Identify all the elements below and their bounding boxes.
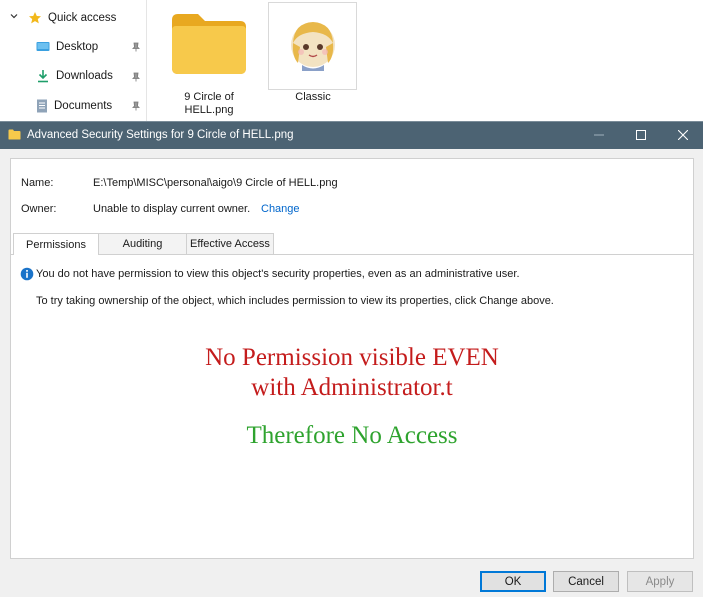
file-explorer-window: Quick access Desktop Downloads Documents… <box>0 0 703 125</box>
close-button[interactable] <box>663 122 703 149</box>
tab-auditing[interactable]: Auditing <box>98 233 187 254</box>
pin-icon[interactable] <box>132 101 140 111</box>
close-icon <box>678 130 688 140</box>
file-name-label[interactable]: 9 Circle of HELL.png <box>159 91 259 117</box>
tab-effective-access[interactable]: Effective Access <box>186 233 274 254</box>
annotation-line: with Administrator.t <box>251 374 453 401</box>
navigation-pane: Quick access Desktop Downloads Documents <box>0 0 147 125</box>
permission-error-message: You do not have permission to view this … <box>36 268 520 280</box>
nav-item-label: Quick access <box>48 12 117 24</box>
dialog-content: Name: E:\Temp\MISC\personal\aigo\9 Circl… <box>10 158 694 559</box>
owner-label: Owner: <box>21 203 57 215</box>
nav-item-label: Documents <box>54 100 113 112</box>
minimize-button[interactable] <box>579 122 619 149</box>
annotation-line: No Permission visible EVEN <box>205 344 499 371</box>
cancel-button[interactable]: Cancel <box>553 571 619 592</box>
name-label: Name: <box>21 177 54 189</box>
avatar-icon[interactable] <box>288 17 338 73</box>
nav-item-quick-access[interactable]: Quick access <box>28 8 116 28</box>
dialog-titlebar[interactable]: Advanced Security Settings for 9 Circle … <box>0 122 703 149</box>
star-icon <box>29 12 41 24</box>
file-name-label[interactable]: Classic <box>263 91 363 104</box>
ok-button[interactable]: OK <box>480 571 546 592</box>
tab-divider <box>11 254 693 255</box>
chevron-down-icon[interactable] <box>10 12 18 20</box>
desktop-icon <box>36 42 50 51</box>
document-icon <box>37 99 47 113</box>
annotation-no-permission: No Permission visible EVEN with Administ… <box>11 343 693 403</box>
apply-button[interactable]: Apply <box>627 571 693 592</box>
tab-bar: Permissions Auditing Effective Access <box>13 233 274 255</box>
folder-icon[interactable] <box>170 12 248 76</box>
nav-item-label: Desktop <box>56 41 99 53</box>
owner-value: Unable to display current owner. <box>93 203 251 215</box>
minimize-icon <box>594 134 604 136</box>
nav-item-downloads[interactable]: Downloads <box>36 66 113 86</box>
maximize-icon <box>636 130 646 140</box>
nav-item-documents[interactable]: Documents <box>36 96 112 116</box>
advanced-security-dialog: Advanced Security Settings for 9 Circle … <box>0 121 703 597</box>
pin-icon[interactable] <box>132 42 140 52</box>
download-icon <box>38 70 48 83</box>
object-path[interactable]: E:\Temp\MISC\personal\aigo\9 Circle of H… <box>93 177 338 189</box>
maximize-button[interactable] <box>621 122 661 149</box>
nav-item-desktop[interactable]: Desktop <box>36 37 98 57</box>
ownership-hint-message: To try taking ownership of the object, w… <box>36 295 554 307</box>
dialog-title: Advanced Security Settings for 9 Circle … <box>27 129 294 141</box>
tab-permissions[interactable]: Permissions <box>13 233 99 255</box>
annotation-no-access: Therefore No Access <box>246 422 458 449</box>
pin-icon[interactable] <box>132 72 140 82</box>
nav-item-label: Downloads <box>56 70 113 82</box>
change-owner-link[interactable]: Change <box>261 203 300 215</box>
folder-icon <box>8 129 21 140</box>
info-icon <box>20 267 34 281</box>
